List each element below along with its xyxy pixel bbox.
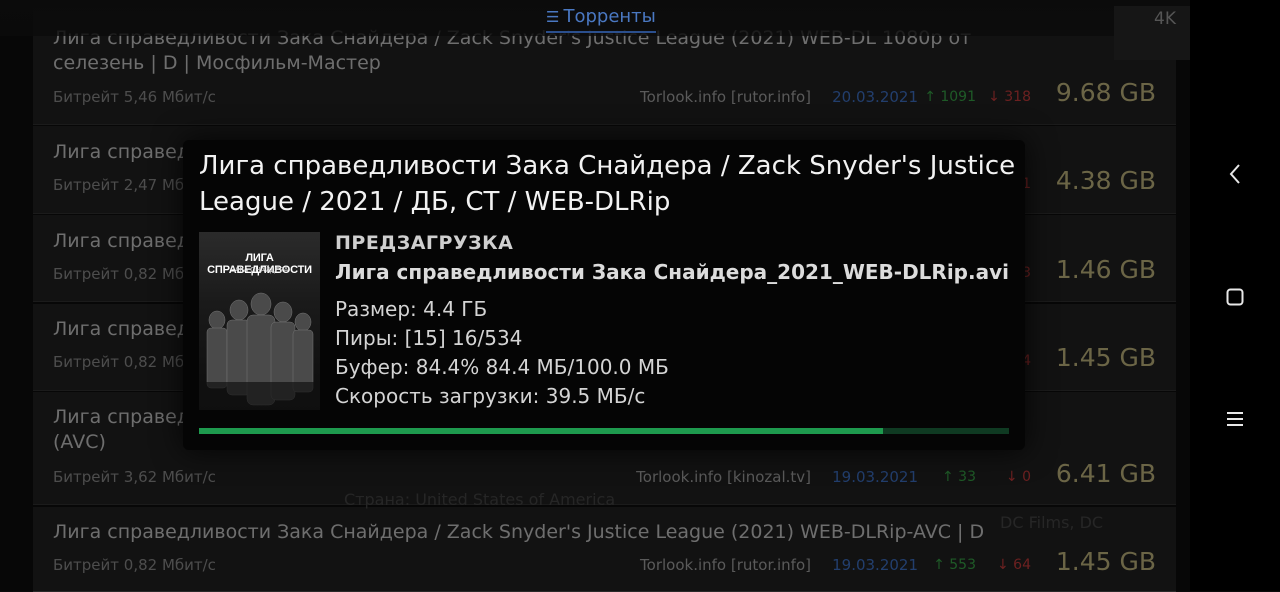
top-bar: ☰ Торренты <box>0 0 1280 36</box>
peers-info: Пиры: [15] 16/534 <box>335 326 523 350</box>
tab-torrents-label: Торренты <box>563 6 656 27</box>
torrent-info-dialog: Лига справедливости Зака Снайдера / Zack… <box>183 140 1025 450</box>
home-square-icon[interactable] <box>1220 282 1250 312</box>
file-name: Лига справедливости Зака Снайдера_2021_W… <box>335 260 1009 284</box>
system-nav-bar <box>1190 0 1280 591</box>
poster-figures-image <box>199 292 320 410</box>
tab-torrents[interactable]: ☰ Торренты <box>546 6 656 33</box>
buffer-progress-bar <box>199 428 1009 434</box>
dialog-title: Лига справедливости Зака Снайдера / Zack… <box>199 151 1016 217</box>
buffer-info: Буфер: 84.4% 84.4 МБ/100.0 МБ <box>335 355 669 379</box>
list-filter-icon: ☰ <box>546 8 560 26</box>
status-label: ПРЕДЗАГРУЗКА <box>335 232 514 254</box>
speed-info: Скорость загрузки: 39.5 МБ/с <box>335 384 646 408</box>
movie-poster: ЛИГА СПРАВЕДЛИВОСТИ ЗАКА СНАЙДЕРА <box>199 232 320 410</box>
size-info: Размер: 4.4 ГБ <box>335 297 488 321</box>
quality-label: 4K <box>1154 9 1176 29</box>
buffer-progress-fill <box>199 428 883 434</box>
quality-badge[interactable]: 4K <box>1114 6 1190 60</box>
menu-lines-icon[interactable] <box>1220 404 1250 434</box>
back-chevron-icon[interactable] <box>1220 159 1250 189</box>
